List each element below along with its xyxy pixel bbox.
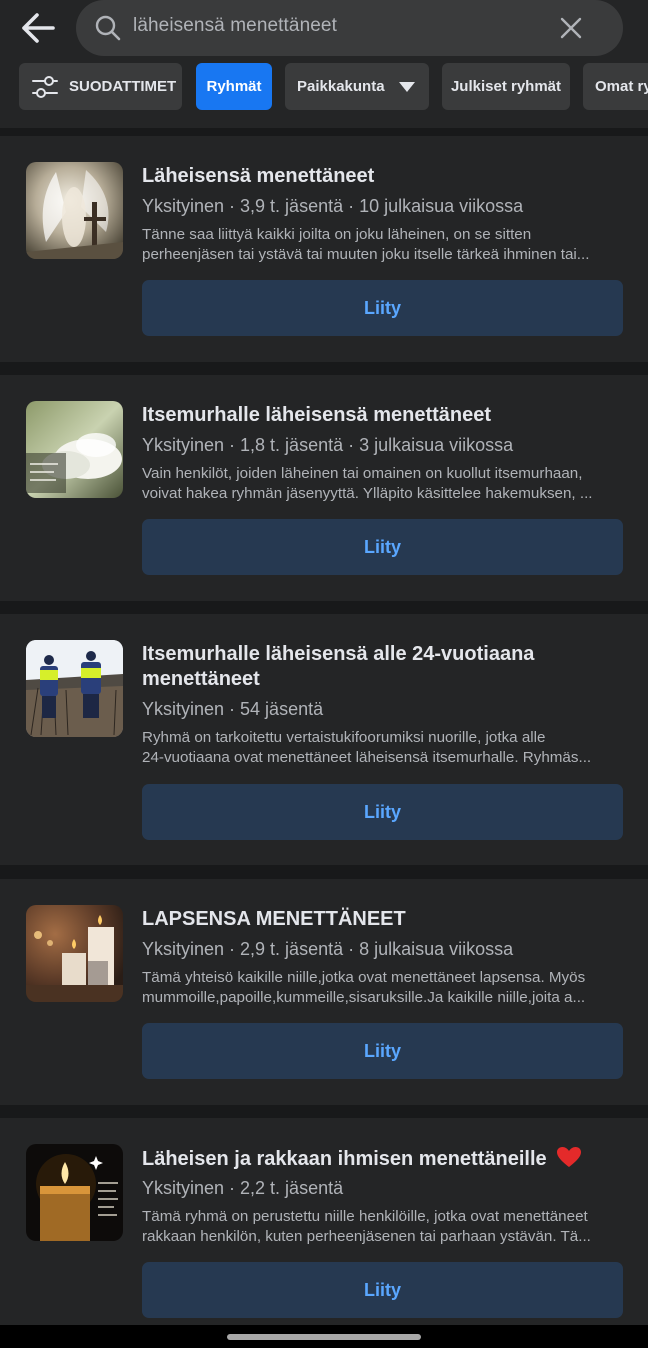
join-button[interactable]: Liity [142, 784, 623, 840]
group-thumbnail [26, 1144, 123, 1241]
group-thumbnail [26, 640, 123, 737]
chip-own-groups-label: Omat ry [595, 78, 648, 95]
filters-label: SUODATTIMET [69, 78, 177, 95]
system-navigation-bar [0, 1325, 648, 1348]
caret-down-icon [398, 81, 415, 92]
group-meta: Yksityinen · 3,9 t. jäsentä · 10 julkais… [142, 196, 524, 216]
description-line: Vain henkilöt, joiden läheinen tai omain… [142, 465, 583, 482]
group-title[interactable]: Läheisensä menettäneet [142, 164, 622, 189]
filters-button[interactable]: SUODATTIMET [19, 63, 182, 110]
group-title-text: Läheisen ja rakkaan ihmisen menettäneill… [142, 1148, 547, 1170]
search-input[interactable]: läheisensä menettäneet [76, 0, 623, 56]
group-meta: Yksityinen · 54 jäsentä [142, 699, 324, 719]
description-line: Tänne saa liittyä kaikki joilta on joku … [142, 226, 532, 243]
join-button[interactable]: Liity [142, 280, 623, 336]
filter-chips: SUODATTIMET Ryhmät Paikkakunta Julkiset … [0, 63, 648, 110]
join-button[interactable]: Liity [142, 1262, 623, 1318]
group-title-line: menettäneet [142, 668, 260, 690]
description-line: mummoille,papoille,kummeille,sisaruksill… [142, 989, 586, 1006]
group-card[interactable]: Itsemurhalle läheisensä menettäneet Yksi… [0, 375, 648, 601]
description-line: Tämä ryhmä on perustettu niille henkilöi… [142, 1208, 588, 1225]
description-line: Ryhmä on tarkoitettu vertaistukifoorumik… [142, 729, 546, 746]
group-description: Tänne saa liittyä kaikki joilta on joku … [142, 225, 623, 265]
home-gesture-handle[interactable] [227, 1334, 421, 1340]
group-description: Tämä ryhmä on perustettu niille henkilöi… [142, 1207, 623, 1247]
join-button[interactable]: Liity [142, 519, 623, 575]
description-line: rakkaan henkilön, kuten perheenjäsenen t… [142, 1228, 591, 1245]
heart-icon [557, 1147, 582, 1167]
back-arrow-icon[interactable] [18, 10, 58, 46]
description-line: 24-vuotiaana ovat menettäneet läheisensä… [142, 749, 592, 766]
group-meta: Yksityinen · 1,8 t. jäsentä · 3 julkaisu… [142, 435, 514, 455]
chip-location-label: Paikkakunta [297, 78, 385, 95]
group-meta: Yksityinen · 2,2 t. jäsentä [142, 1178, 344, 1198]
description-line: Tämä yhteisö kaikille niille,jotka ovat … [142, 969, 586, 986]
chip-groups-label: Ryhmät [206, 78, 262, 95]
group-title[interactable]: Itsemurhalle läheisensä alle 24-vuotiaan… [142, 642, 622, 692]
group-title[interactable]: Läheisen ja rakkaan ihmisen menettäneill… [142, 1146, 622, 1172]
search-query: läheisensä menettäneet [133, 15, 337, 36]
sliders-icon [32, 75, 58, 98]
group-description: Ryhmä on tarkoitettu vertaistukifoorumik… [142, 728, 623, 768]
group-title[interactable]: LAPSENSA MENETTÄNEET [142, 907, 622, 932]
group-description: Tämä yhteisö kaikille niille,jotka ovat … [142, 968, 623, 1008]
group-thumbnail [26, 401, 123, 498]
search-icon [95, 15, 121, 41]
join-button[interactable]: Liity [142, 1023, 623, 1079]
group-title-line: Itsemurhalle läheisensä alle 24-vuotiaan… [142, 643, 535, 665]
chip-public-groups-label: Julkiset ryhmät [450, 78, 562, 95]
group-description: Vain henkilöt, joiden läheinen tai omain… [142, 464, 623, 504]
group-meta: Yksityinen · 2,9 t. jäsentä · 8 julkaisu… [142, 939, 514, 959]
group-card[interactable]: Läheisensä menettäneet Yksityinen · 3,9 … [0, 136, 648, 362]
group-thumbnail [26, 162, 123, 259]
top-bar: läheisensä menettäneet SUODATTIMET Ryhmä… [0, 0, 648, 128]
chip-location[interactable]: Paikkakunta [285, 63, 429, 110]
close-icon[interactable] [559, 16, 583, 40]
group-card[interactable]: LAPSENSA MENETTÄNEET Yksityinen · 2,9 t.… [0, 879, 648, 1105]
group-thumbnail [26, 905, 123, 1002]
chip-groups[interactable]: Ryhmät [196, 63, 272, 110]
chip-own-groups[interactable]: Omat ry [583, 63, 648, 110]
description-line: voivat hakea ryhmän jäsenyyttä. Ylläpito… [142, 485, 593, 502]
group-title[interactable]: Itsemurhalle läheisensä menettäneet [142, 403, 622, 428]
chip-public-groups[interactable]: Julkiset ryhmät [442, 63, 570, 110]
description-line: perheenjäsen tai ystävä tai muuten joku … [142, 246, 590, 263]
group-card[interactable]: Itsemurhalle läheisensä alle 24-vuotiaan… [0, 614, 648, 865]
group-card[interactable]: Läheisen ja rakkaan ihmisen menettäneill… [0, 1118, 648, 1325]
